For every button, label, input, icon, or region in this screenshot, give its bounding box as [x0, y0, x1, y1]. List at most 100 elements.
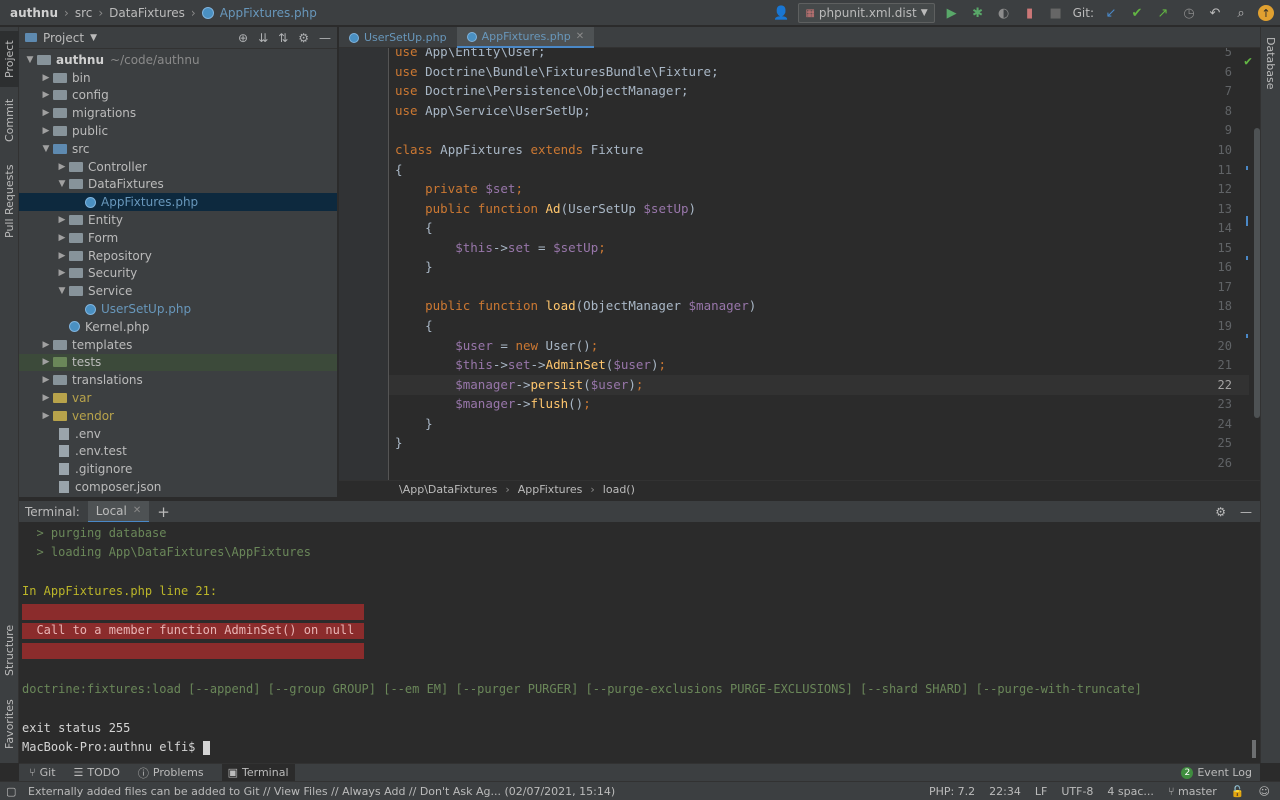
tree-item[interactable]: ▶ translations: [19, 371, 337, 389]
tree-item[interactable]: ▶ Controller: [19, 158, 337, 176]
breadcrumb-class[interactable]: AppFixtures: [518, 483, 583, 496]
line-number: 16: [1217, 260, 1232, 274]
tree-item[interactable]: .gitignore: [19, 460, 337, 478]
tree-item[interactable]: ▶ tests: [19, 353, 337, 372]
git-branch[interactable]: ⑂ master: [1168, 785, 1217, 798]
tree-root-path: ~/code/authnu: [110, 52, 200, 67]
no-problems-check-icon[interactable]: ✔: [1244, 54, 1252, 69]
rollback-icon[interactable]: ↶: [1206, 4, 1224, 22]
tool-tab-problems[interactable]: ⓘ Problems: [138, 765, 204, 781]
tool-tab-todo[interactable]: ☰ TODO: [74, 766, 120, 779]
tab-project[interactable]: Project: [0, 31, 19, 87]
hide-icon[interactable]: —: [319, 31, 331, 45]
search-icon[interactable]: ⌕: [1232, 4, 1250, 22]
tree-item[interactable]: ▶ Repository: [19, 247, 337, 265]
stop-icon[interactable]: ■: [1047, 4, 1065, 22]
git-push-icon[interactable]: ↗: [1154, 4, 1172, 22]
tree-item-selected[interactable]: AppFixtures.php: [19, 193, 337, 212]
php-class-icon: [201, 6, 214, 19]
php-version[interactable]: PHP: 7.2: [929, 785, 975, 798]
tree-item[interactable]: ▶ Entity: [19, 211, 337, 229]
tree-item[interactable]: ▶ Security: [19, 265, 337, 283]
line-separator[interactable]: LF: [1035, 785, 1047, 798]
hide-icon[interactable]: —: [1240, 505, 1252, 519]
tree-item[interactable]: ▼ src: [19, 140, 337, 158]
terminal-output[interactable]: > purging database > loading App\DataFix…: [19, 522, 1260, 763]
locate-icon[interactable]: ⊕: [238, 31, 248, 45]
breadcrumb-src[interactable]: src: [75, 6, 93, 20]
run-configuration-select[interactable]: ▦ phpunit.xml.dist ▼: [798, 3, 935, 23]
status-message[interactable]: Externally added files can be added to G…: [0, 785, 615, 798]
tool-tab-event-log[interactable]: 2 Event Log: [1181, 766, 1260, 779]
folder-icon: [69, 179, 83, 190]
history-icon[interactable]: ◷: [1180, 4, 1198, 22]
chevron-down-icon[interactable]: ▼: [90, 33, 97, 43]
code-editor[interactable]: 5 6 7 8 9 10 11 12 13 14 15 16 17 18 19 20 21 22 23 24 25 26 …: [339, 48, 1260, 480]
caret-position[interactable]: 22:34: [989, 785, 1021, 798]
panel-toggle-icon[interactable]: ▢: [6, 785, 16, 798]
breadcrumb-project[interactable]: authnu: [10, 6, 58, 20]
close-icon[interactable]: ✕: [576, 31, 584, 42]
tool-tab-git[interactable]: ⑂ Git: [29, 766, 56, 779]
update-icon[interactable]: ↑: [1258, 5, 1274, 21]
tab-favorites[interactable]: Favorites: [0, 693, 19, 755]
breadcrumb-datafixtures[interactable]: DataFixtures: [109, 6, 185, 20]
collapse-all-icon[interactable]: ⇅: [278, 31, 288, 45]
chevron-right-icon: ›: [190, 5, 196, 20]
gear-icon[interactable]: ⚙: [1215, 505, 1226, 519]
tree-item[interactable]: ▼ DataFixtures: [19, 176, 337, 194]
close-icon[interactable]: ✕: [133, 505, 141, 516]
git-update-icon[interactable]: ↙: [1102, 4, 1120, 22]
tree-item[interactable]: ▶ public: [19, 122, 337, 140]
tab-usersetup[interactable]: UserSetUp.php: [339, 27, 457, 48]
terminal-prompt[interactable]: MacBook-Pro:authnu elfi$: [22, 738, 210, 758]
inspector-icon[interactable]: ☺: [1259, 785, 1270, 798]
line-number: 15: [1217, 241, 1232, 255]
tree-item[interactable]: ▼ Service: [19, 282, 337, 300]
run-icon[interactable]: ▶: [943, 4, 961, 22]
tree-item[interactable]: ▶ vendor: [19, 407, 337, 425]
tree-item-label: config: [72, 88, 109, 103]
tree-item[interactable]: ▶ var: [19, 389, 337, 407]
tool-tab-terminal[interactable]: ▣ Terminal: [221, 763, 295, 782]
tree-item[interactable]: composer.json: [19, 478, 337, 496]
tree-item[interactable]: UserSetUp.php: [19, 300, 337, 318]
terminal-scrollbar[interactable]: [1252, 740, 1256, 758]
coverage-icon[interactable]: ◐: [995, 4, 1013, 22]
indent-setting[interactable]: 4 spac...: [1107, 785, 1154, 798]
chevron-right-icon: ▶: [42, 393, 50, 404]
tree-item[interactable]: .env: [19, 425, 337, 443]
php-class-icon: [69, 321, 80, 333]
tree-root[interactable]: ▼ authnu ~/code/authnu: [19, 51, 337, 69]
php-class-icon: [349, 32, 359, 43]
tree-item[interactable]: ▶ Form: [19, 229, 337, 247]
breadcrumb-namespace[interactable]: \App\DataFixtures: [399, 483, 497, 496]
tree-item[interactable]: ▶ templates: [19, 336, 337, 354]
tab-database[interactable]: Database: [1261, 31, 1280, 95]
breadcrumb-file[interactable]: AppFixtures.php: [220, 6, 317, 20]
tree-item[interactable]: ▶ migrations: [19, 104, 337, 122]
test-folder-icon: [53, 357, 67, 368]
editor-scrollbar[interactable]: [1254, 128, 1260, 418]
git-commit-icon[interactable]: ✔: [1128, 4, 1146, 22]
user-icon[interactable]: 👤: [772, 4, 790, 22]
breadcrumb-method[interactable]: load(): [603, 483, 635, 496]
file-encoding[interactable]: UTF-8: [1061, 785, 1093, 798]
project-view-select[interactable]: Project: [43, 31, 84, 45]
tree-item[interactable]: Kernel.php: [19, 318, 337, 336]
gear-icon[interactable]: ⚙: [298, 31, 309, 45]
terminal-tab-local[interactable]: Local ✕: [87, 500, 150, 523]
tab-pull-requests[interactable]: Pull Requests: [0, 161, 19, 241]
terminal-header: Terminal: Local ✕ + ⚙ —: [19, 500, 1260, 523]
tree-item[interactable]: ▶ config: [19, 87, 337, 105]
add-tab-icon[interactable]: +: [157, 503, 170, 521]
profile-icon[interactable]: ▮: [1021, 4, 1039, 22]
tree-item[interactable]: ▶ bin: [19, 69, 337, 87]
tab-commit[interactable]: Commit: [0, 93, 19, 147]
debug-icon[interactable]: ✱: [969, 4, 987, 22]
expand-all-icon[interactable]: ⇊: [258, 31, 268, 45]
tab-structure[interactable]: Structure: [0, 617, 19, 683]
tab-appfixtures[interactable]: AppFixtures.php ✕: [456, 27, 595, 48]
lock-icon[interactable]: 🔓: [1231, 785, 1245, 798]
tree-item[interactable]: .env.test: [19, 443, 337, 461]
